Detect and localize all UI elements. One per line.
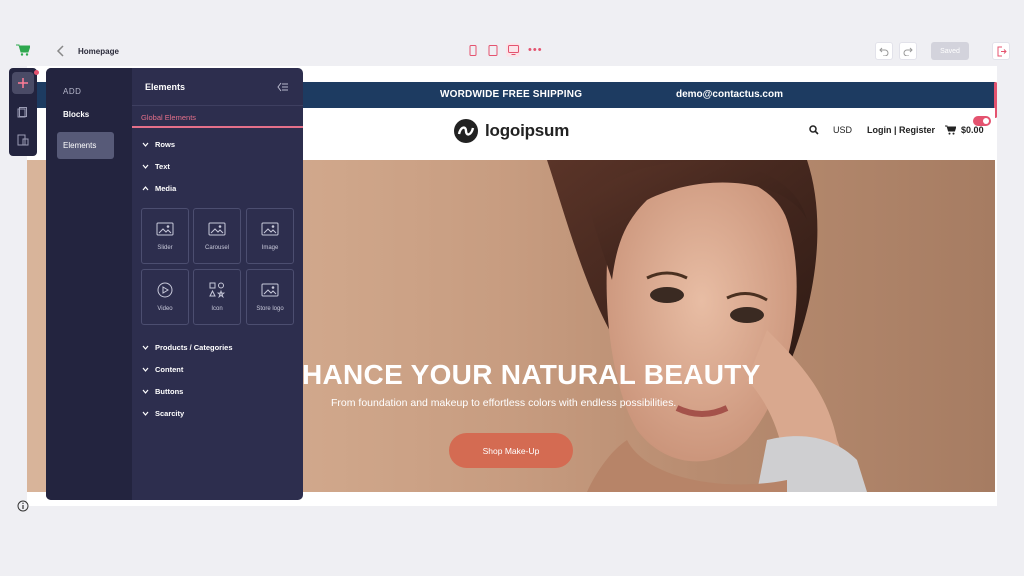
brand-name: logoipsum [485,121,570,140]
tile-label: Video [157,306,173,312]
redo-icon [903,47,913,56]
device-switcher: ••• [466,43,543,57]
desktop-icon [507,45,519,55]
login-register-link[interactable]: Login | Register [867,125,935,135]
tablet-icon [488,44,498,56]
editor-side-rail [9,68,37,156]
category-rows-label: Rows [155,140,176,149]
category-text[interactable]: Text [142,162,170,171]
chevron-left-icon [56,45,64,57]
carousel-icon [208,222,226,236]
exit-icon [997,46,1007,56]
category-media[interactable]: Media [142,184,176,193]
page-name: Homepage [78,47,119,56]
panel-tab-column: ADD Blocks Elements [46,68,132,500]
hero-subtitle: From foundation and makeup to effortless… [331,397,677,409]
cart-total: $0.00 [961,125,984,135]
tab-elements[interactable]: Elements [57,132,114,159]
category-scarcity[interactable]: Scarcity [142,409,184,418]
tile-label: Slider [157,245,173,251]
templates-icon[interactable] [17,134,29,146]
icons-grid-icon [209,282,226,298]
elements-panel: ADD Blocks Elements Elements Global Elem… [46,68,303,500]
panel-title: Elements [145,82,186,92]
logoipsum-mark-icon [454,119,478,143]
element-icon[interactable]: Icon [193,269,241,325]
category-products-label: Products / Categories [155,343,233,352]
global-elements-underline [132,126,303,128]
cart-button[interactable]: $0.00 [945,125,984,135]
category-buttons[interactable]: Buttons [142,387,183,396]
chevron-down-icon [142,411,149,416]
chevron-down-icon [142,389,149,394]
search-icon[interactable] [809,125,819,135]
info-icon[interactable] [17,500,29,512]
tab-blocks[interactable]: Blocks [57,101,114,128]
header-visibility-toggle[interactable] [973,116,991,126]
category-buttons-label: Buttons [155,387,184,396]
element-image[interactable]: Image [246,208,294,264]
add-element-button[interactable] [12,72,34,94]
category-rows[interactable]: Rows [142,140,175,149]
brand-logo[interactable]: logoipsum [453,118,569,144]
category-media-label: Media [155,184,177,193]
pages-icon[interactable] [17,106,29,118]
collapse-panel-icon[interactable] [277,82,289,92]
chevron-down-icon [142,367,149,372]
plus-icon [18,78,28,88]
tablet-view-button[interactable] [486,43,500,57]
undo-button[interactable] [875,42,893,60]
contact-email[interactable]: demo@contactus.com [676,89,783,100]
desktop-view-button[interactable] [506,43,520,57]
category-content[interactable]: Content [142,365,183,374]
chevron-up-icon [142,186,149,191]
redo-button[interactable] [899,42,917,60]
currency-selector[interactable]: USD [833,125,852,135]
chevron-down-icon [142,164,149,169]
tile-label: Image [261,245,279,251]
saved-button[interactable]: Saved [931,42,969,60]
element-store-logo[interactable]: Store logo [246,269,294,325]
tile-label: Carousel [204,245,229,251]
image-icon [261,222,279,236]
global-elements-tab[interactable]: Global Elements [141,113,196,122]
element-carousel[interactable]: Carousel [193,208,241,264]
store-logo-icon [261,283,279,297]
add-heading: ADD [63,87,82,96]
header-nav: USD Login | Register $0.00 [809,125,984,135]
chevron-down-icon [142,345,149,350]
notification-dot [34,70,39,75]
category-content-label: Content [155,365,184,374]
more-options-icon[interactable]: ••• [528,45,543,56]
undo-icon [879,47,889,56]
category-scarcity-label: Scarcity [155,409,185,418]
tile-label: Icon [211,306,223,312]
tile-label: Store logo [256,306,284,312]
category-text-label: Text [155,162,170,171]
hero-title: HANCE YOUR NATURAL BEAUTY [302,359,761,390]
play-circle-icon [157,282,173,298]
shop-makeup-button[interactable]: Shop Make-Up [449,433,573,468]
category-products[interactable]: Products / Categories [142,343,233,352]
exit-editor-button[interactable] [992,42,1010,60]
element-video[interactable]: Video [141,269,189,325]
cart-icon [945,125,957,135]
slider-icon [156,222,174,236]
shipping-announcement: WORDWIDE FREE SHIPPING [440,89,583,100]
mobile-view-button[interactable] [466,43,480,57]
store-cart-logo-icon [16,44,30,56]
element-slider[interactable]: Slider [141,208,189,264]
back-button[interactable] [54,44,68,58]
mobile-icon [469,44,477,56]
panel-divider [132,105,303,106]
chevron-down-icon [142,142,149,147]
